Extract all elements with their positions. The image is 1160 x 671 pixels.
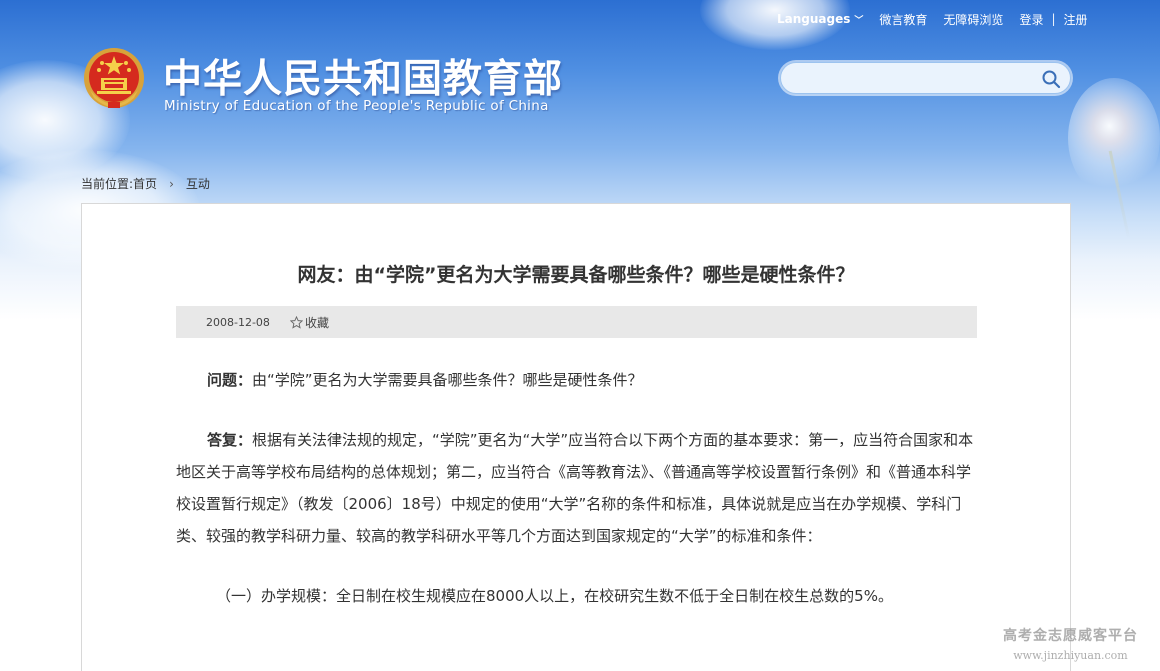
site-logo-title[interactable]: 中华人民共和国教育部 [163,48,563,104]
article-body: 问题：由“学院”更名为大学需要具备哪些条件？哪些是硬性条件？ 答复：根据有关法律… [176,364,977,612]
breadcrumb-current[interactable]: 互动 [186,175,210,192]
languages-label: Languages [777,12,851,26]
watermark: 高考金志愿威客平台 www.jinzhiyuan.com [1003,625,1138,662]
languages-dropdown[interactable]: Languages ﹀ [777,12,863,26]
link-accessibility[interactable]: 无障碍浏览 [943,11,1003,28]
favorite-label: 收藏 [304,315,329,330]
link-separator: | [1051,12,1056,26]
requirement-item-1: （一）办学规模：全日制在校生规模应在8000人以上，在校研究生数不低于全日制在校… [216,587,893,605]
question-text: 由“学院”更名为大学需要具备哪些条件？哪些是硬性条件？ [252,371,643,389]
article-title: 网友：由“学院”更名为大学需要具备哪些条件？哪些是硬性条件？ [297,264,855,286]
login-link[interactable]: 登录 [1019,11,1043,28]
article-panel: 网友：由“学院”更名为大学需要具备哪些条件？哪些是硬性条件？ 2008-12-0… [81,203,1071,671]
search-input[interactable] [793,67,1043,89]
star-icon [289,315,303,329]
breadcrumb: 当前位置: 首页 › 互动 [81,175,210,192]
register-link[interactable]: 注册 [1064,11,1088,28]
favorite-button[interactable]: 收藏 [289,314,329,331]
search-icon[interactable] [1041,69,1061,89]
question-paragraph: 问题：由“学院”更名为大学需要具备哪些条件？哪些是硬性条件？ [176,364,977,396]
watermark-line-1: 高考金志愿威客平台 [1003,628,1138,644]
chevron-right-icon: › [169,176,174,191]
answer-text: 根据有关法律法规的规定，“学院”更名为“大学”应当符合以下两个方面的基本要求：第… [176,431,974,545]
answer-label: 答复： [207,431,253,449]
article-meta-bar: 2008-12-08 收藏 [176,306,977,338]
link-weiyan-jiaoyu[interactable]: 微言教育 [879,11,927,28]
watermark-line-2: www.jinzhiyuan.com [1013,649,1128,662]
page: Languages ﹀ 微言教育 无障碍浏览 登录 | 注册 中华人民共和国教育… [0,0,1160,671]
top-links: Languages ﹀ 微言教育 无障碍浏览 登录 | 注册 [777,10,1088,28]
chevron-down-icon: ﹀ [854,15,864,26]
breadcrumb-home[interactable]: 首页 [133,175,157,192]
article-date: 2008-12-08 [206,315,270,329]
search-box [780,62,1071,94]
question-label: 问题： [207,371,253,389]
answer-paragraph: 答复：根据有关法律法规的规定，“学院”更名为“大学”应当符合以下两个方面的基本要… [176,424,977,552]
national-emblem-icon[interactable] [82,46,146,114]
breadcrumb-label: 当前位置: [81,177,134,191]
site-logo-subtitle: Ministry of Education of the People's Re… [164,98,549,114]
